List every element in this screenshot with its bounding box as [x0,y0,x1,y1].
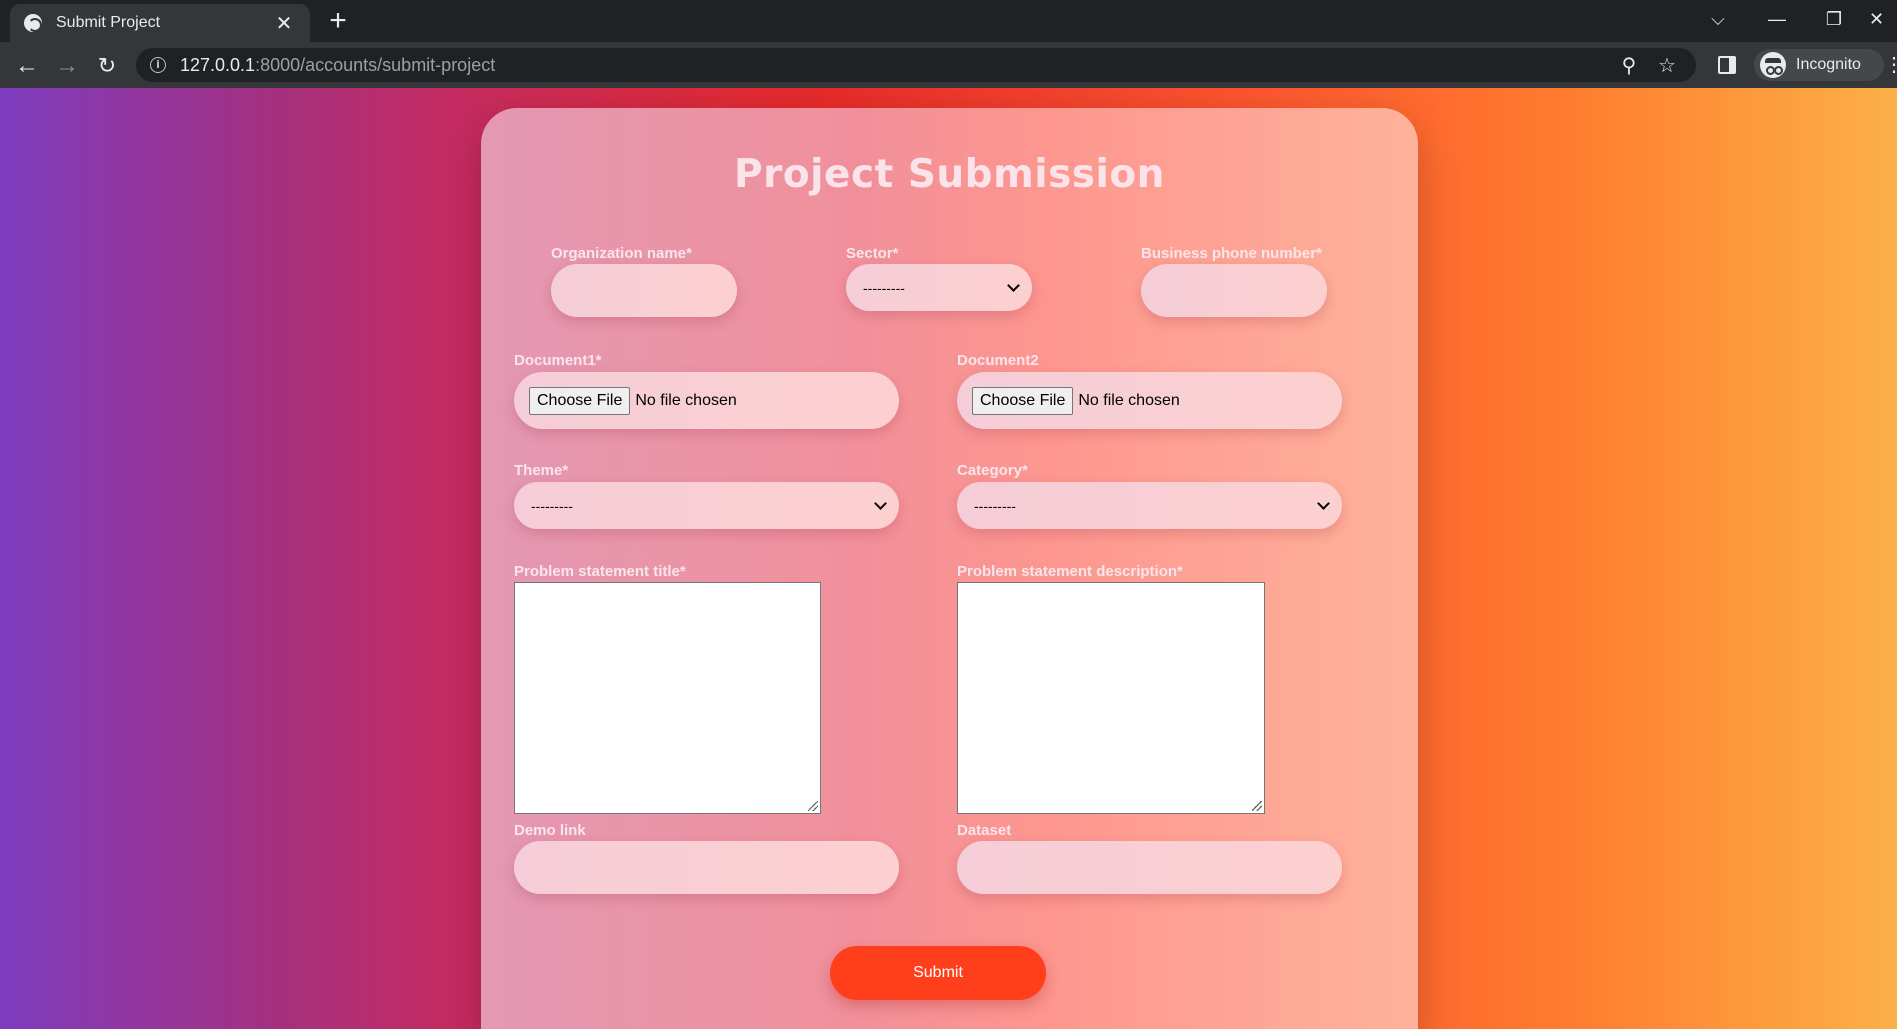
tab-close-icon[interactable]: ✕ [272,11,296,36]
problem-description-textarea[interactable] [957,582,1265,814]
incognito-profile-button[interactable]: Incognito [1754,49,1884,81]
chevron-down-icon [874,496,887,510]
theme-select[interactable]: --------- [514,482,899,529]
phone-input[interactable] [1141,264,1327,317]
problem-description-label: Problem statement description* [957,563,1183,580]
profile-label: Incognito [1796,56,1861,73]
browser-tab-bar: Submit Project ✕ + ⌵ — ❐ ✕ [0,0,1897,42]
sector-select[interactable]: --------- [846,264,1032,311]
star-icon[interactable]: ☆ [1652,53,1682,78]
problem-title-label: Problem statement title* [514,563,686,580]
close-window-button[interactable]: ✕ [1856,0,1897,38]
reload-icon[interactable]: ↻ [90,49,124,83]
chevron-down-icon [1317,496,1330,510]
chevron-down-icon [1007,278,1020,292]
phone-label: Business phone number* [1141,245,1322,262]
category-selected-value: --------- [974,497,1016,514]
document2-choose-file-button[interactable]: Choose File [972,386,1074,415]
tab-search-icon[interactable]: ⌵ [1690,0,1746,38]
tab-title: Submit Project [56,14,161,31]
minimize-button[interactable]: — [1749,0,1805,38]
document1-label: Document1* [514,352,602,369]
info-icon[interactable]: i [150,57,166,73]
document1-file-input[interactable]: Choose File No file chosen [514,372,899,429]
organization-input[interactable] [551,264,737,317]
document1-choose-file-button[interactable]: Choose File [529,386,631,415]
resize-handle-icon[interactable] [808,801,818,811]
browser-tab[interactable]: Submit Project ✕ [10,4,310,42]
page-title: Project Submission [734,152,1165,197]
sector-label: Sector* [846,245,899,262]
restore-button[interactable]: ❐ [1806,0,1862,38]
submit-button[interactable]: Submit [830,946,1046,1000]
document1-file-status: No file chosen [635,391,737,409]
document2-file-status: No file chosen [1078,391,1180,409]
incognito-icon [1760,52,1786,78]
browser-toolbar: ← → ↻ i 127.0.0.1:8000/accounts/submit-p… [0,42,1897,88]
url-text[interactable]: 127.0.0.1:8000/accounts/submit-project [180,55,1614,76]
address-bar[interactable]: i 127.0.0.1:8000/accounts/submit-project… [136,48,1696,82]
theme-label: Theme* [514,462,569,479]
category-label: Category* [957,462,1028,479]
menu-icon[interactable]: ⋮ [1884,54,1897,76]
side-panel-icon[interactable] [1718,56,1736,74]
submission-card: Project Submission Organization name* Se… [481,108,1418,1029]
theme-selected-value: --------- [531,497,573,514]
dataset-input[interactable] [957,841,1342,894]
demo-link-label: Demo link [514,822,586,839]
new-tab-button[interactable]: + [322,6,354,38]
forward-arrow-icon[interactable]: → [50,49,84,83]
demo-link-input[interactable] [514,841,899,894]
organization-label: Organization name* [551,245,692,262]
dataset-label: Dataset [957,822,1012,839]
problem-title-textarea[interactable] [514,582,821,814]
page-viewport: Project Submission Organization name* Se… [0,88,1897,1029]
sector-selected-value: --------- [863,279,905,296]
document2-label: Document2 [957,352,1039,369]
url-host: 127.0.0.1 [180,54,256,75]
url-path: :8000/accounts/submit-project [255,54,496,75]
category-select[interactable]: --------- [957,482,1342,529]
zoom-icon[interactable]: ⚲ [1614,53,1644,78]
document2-file-input[interactable]: Choose File No file chosen [957,372,1342,429]
globe-icon [24,14,42,32]
back-arrow-icon[interactable]: ← [10,49,44,83]
resize-handle-icon[interactable] [1252,801,1262,811]
